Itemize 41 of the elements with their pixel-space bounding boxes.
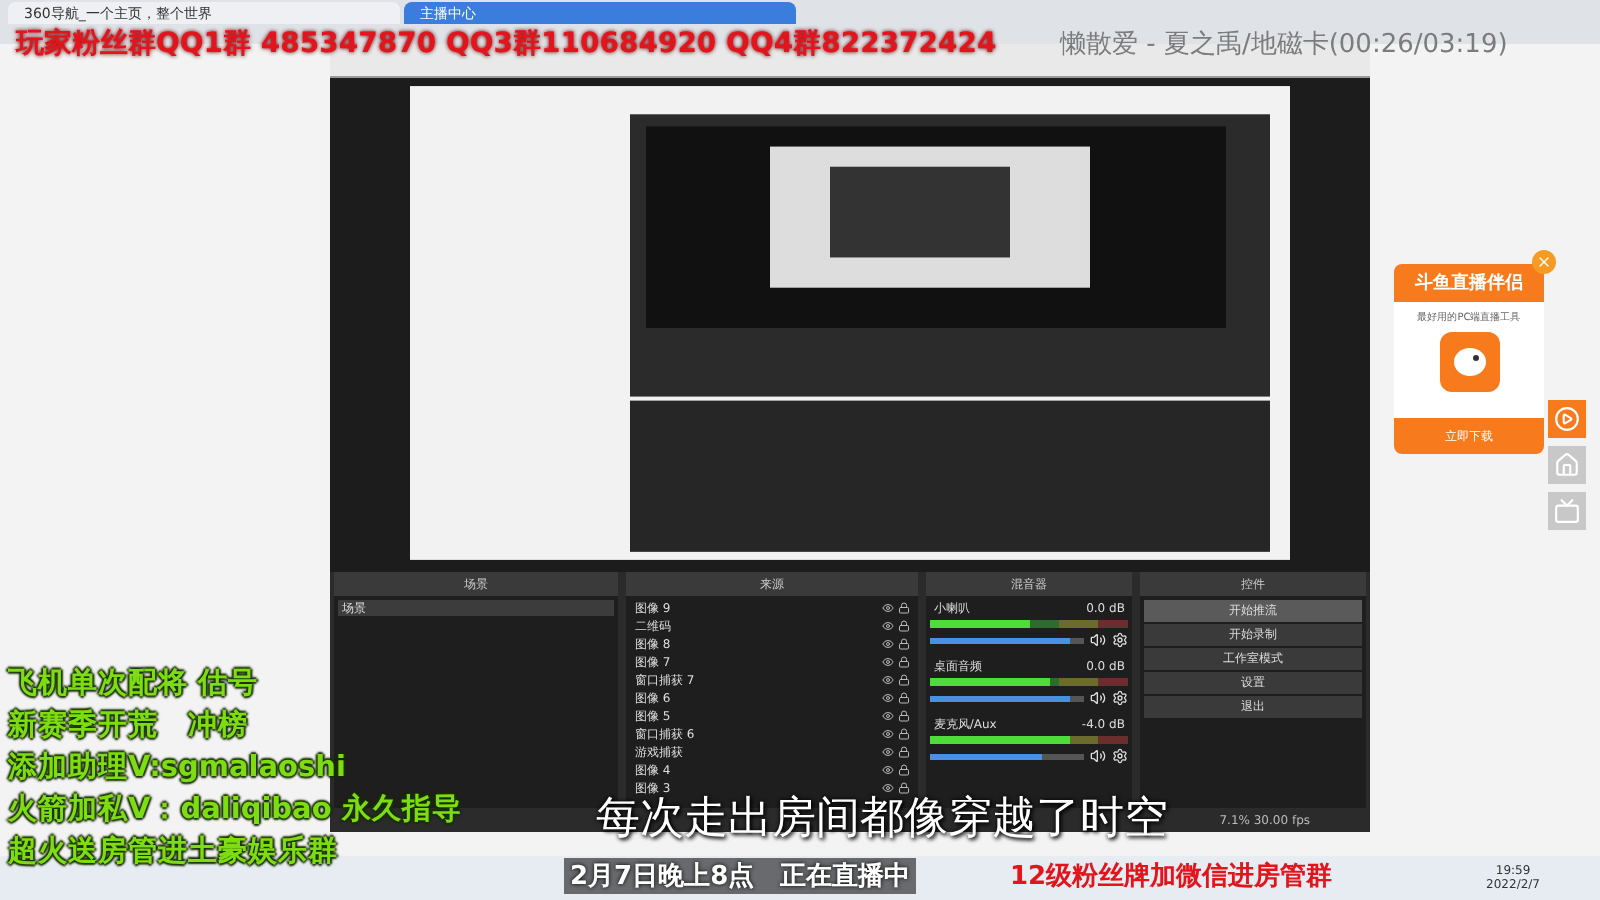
lock-icon[interactable] — [897, 746, 910, 758]
slider-fill[interactable] — [929, 753, 1042, 759]
lock-icon[interactable] — [897, 620, 910, 632]
speaker-icon[interactable] — [1090, 690, 1107, 706]
settings-icon[interactable] — [1112, 690, 1129, 706]
promo-line: 飞机单次配将 估号 — [8, 665, 261, 704]
schedule-overlay: 2月7日晚上8点 正在直播中 — [564, 858, 917, 894]
notice-overlay: 12级粉丝牌加微信进房管群 — [1010, 859, 1333, 894]
eye-icon[interactable] — [881, 638, 894, 650]
lock-icon[interactable] — [897, 692, 910, 704]
play-icon[interactable] — [1548, 400, 1586, 438]
ad-title: 斗鱼直播伴侣 — [1394, 264, 1544, 302]
close-icon[interactable] — [1532, 250, 1556, 274]
app-logo-icon — [1439, 332, 1499, 392]
lock-icon[interactable] — [897, 602, 910, 614]
eye-icon[interactable] — [881, 620, 894, 632]
eye-icon[interactable] — [881, 746, 894, 758]
promo-line: 新赛季开荒 冲榜 — [8, 706, 250, 746]
settings-icon[interactable] — [1112, 632, 1129, 648]
lock-icon[interactable] — [897, 638, 910, 650]
volume-slider[interactable] — [929, 753, 1085, 759]
eye-icon[interactable] — [881, 710, 894, 722]
eye-icon[interactable] — [881, 656, 894, 668]
eye-icon[interactable] — [881, 782, 894, 794]
song-overlay: 懒散爱 - 夏之禹/地磁卡(00:26/03:19) — [1060, 28, 1508, 62]
eye-icon[interactable] — [881, 602, 894, 614]
lock-icon[interactable] — [897, 764, 910, 776]
eye-icon[interactable] — [881, 728, 894, 740]
eye-icon[interactable] — [881, 764, 894, 776]
lock-icon[interactable] — [897, 656, 910, 668]
lock-icon[interactable] — [897, 782, 910, 794]
settings-icon[interactable] — [1112, 748, 1129, 764]
promo-line: 超火送房管进土豪娱乐群 — [8, 832, 340, 872]
speaker-icon[interactable] — [1090, 748, 1107, 764]
lock-icon[interactable] — [897, 674, 910, 686]
lock-icon[interactable] — [897, 728, 910, 740]
eye-icon[interactable] — [881, 674, 894, 686]
eye-icon[interactable] — [881, 692, 894, 704]
lock-icon[interactable] — [897, 710, 910, 722]
fan-group-overlay: 玩家粉丝群QQ1群 485347870 QQ3群110684920 QQ4群822372424 — [16, 26, 997, 62]
speaker-icon[interactable] — [1090, 632, 1107, 648]
